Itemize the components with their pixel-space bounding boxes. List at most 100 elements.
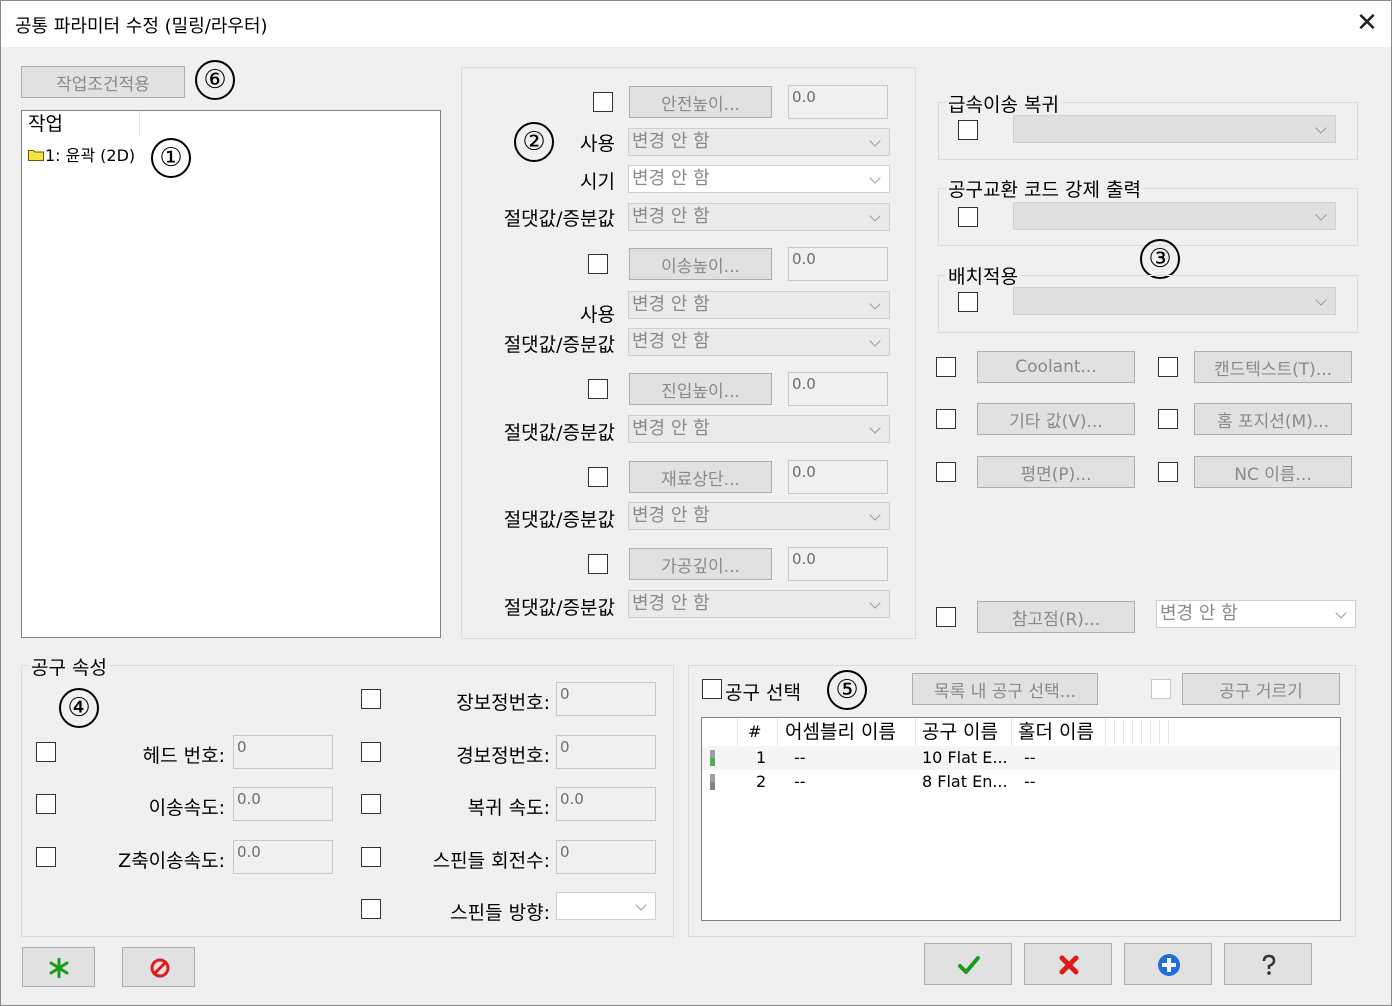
apply-conditions-button[interactable]: 작업조건적용	[21, 66, 185, 98]
safety-when-label: 시기	[580, 171, 615, 193]
tree-header[interactable]: 작업	[22, 111, 140, 137]
table-row[interactable]: 2 -- 8 Flat En... --	[702, 770, 1340, 794]
col-holder[interactable]: 홀더 이름	[1012, 718, 1106, 746]
marker-5: ⑤	[827, 670, 867, 710]
batch-apply-combo[interactable]	[1013, 287, 1336, 315]
select-from-list-button[interactable]: 목록 내 공구 선택...	[912, 673, 1098, 705]
depth-abs-combo[interactable]: 변경 안 함	[628, 590, 890, 618]
feed-abs-combo[interactable]: 변경 안 함	[628, 415, 890, 443]
tool-select-checkbox[interactable]	[702, 679, 722, 699]
depth-checkbox[interactable]	[588, 554, 608, 574]
col-spacers	[1106, 720, 1176, 744]
length-offset-checkbox[interactable]	[361, 689, 381, 709]
spindle-direction-combo[interactable]	[556, 892, 656, 920]
tool-properties-label: 공구 속성	[29, 653, 109, 680]
feed-plane-value[interactable]: 0.0	[788, 372, 888, 406]
retract-height-button[interactable]: 이송높이...	[629, 248, 772, 280]
ok-button[interactable]	[924, 943, 1012, 985]
marker-6: ⑥	[195, 60, 235, 100]
spindle-speed-checkbox[interactable]	[361, 847, 381, 867]
marker-2: ②	[514, 122, 554, 162]
chevron-down-icon	[863, 204, 889, 230]
help-button[interactable]	[1224, 943, 1312, 985]
col-tool-name[interactable]: 공구 이름	[916, 718, 1012, 746]
apply-button[interactable]	[1124, 943, 1212, 985]
nc-name-button[interactable]: NC 이름...	[1194, 456, 1352, 488]
top-stock-value[interactable]: 0.0	[788, 460, 888, 494]
close-icon[interactable]: ✕	[1353, 9, 1381, 37]
safety-use-combo[interactable]: 변경 안 함	[628, 128, 890, 156]
col-icon	[702, 718, 738, 746]
plunge-rate-checkbox[interactable]	[36, 847, 56, 867]
feed-plane-checkbox[interactable]	[588, 379, 608, 399]
safety-height-button[interactable]: 안전높이...	[629, 86, 772, 118]
length-offset-field[interactable]: 0	[556, 682, 656, 716]
force-tool-change-combo[interactable]	[1013, 202, 1336, 230]
reference-point-button[interactable]: 참고점(R)...	[977, 601, 1135, 633]
chevron-down-icon	[1309, 288, 1335, 314]
reference-point-checkbox[interactable]	[936, 607, 956, 627]
canned-text-button[interactable]: 캔드텍스트(T)...	[1194, 351, 1352, 383]
retract-height-value[interactable]: 0.0	[788, 247, 888, 281]
retract-abs-combo[interactable]: 변경 안 함	[628, 328, 890, 356]
misc-values-button[interactable]: 기타 값(V)...	[977, 403, 1135, 435]
cancel-button[interactable]	[1024, 943, 1112, 985]
diameter-offset-field[interactable]: 0	[556, 735, 656, 769]
retract-rate-checkbox[interactable]	[361, 794, 381, 814]
chevron-down-icon	[1309, 116, 1335, 142]
tool-table[interactable]: # 어셈블리 이름 공구 이름 홀더 이름 1 -- 10 Flat E... …	[701, 717, 1341, 921]
head-number-field[interactable]: 0	[233, 735, 333, 769]
table-row[interactable]: 1 -- 10 Flat E... --	[702, 746, 1340, 770]
diameter-offset-checkbox[interactable]	[361, 742, 381, 762]
home-position-checkbox[interactable]	[1158, 409, 1178, 429]
tool-filter-checkbox[interactable]	[1151, 679, 1171, 699]
head-number-checkbox[interactable]	[36, 742, 56, 762]
depth-button[interactable]: 가공깊이...	[629, 548, 772, 580]
plunge-rate-field[interactable]: 0.0	[233, 840, 333, 874]
retract-height-checkbox[interactable]	[588, 254, 608, 274]
chevron-down-icon	[863, 166, 889, 192]
misc-values-checkbox[interactable]	[936, 409, 956, 429]
asterisk-icon	[49, 958, 69, 978]
operation-tree[interactable]: 작업 1: 윤곽 (2D)	[21, 110, 441, 638]
force-tool-change-checkbox[interactable]	[958, 207, 978, 227]
plane-button[interactable]: 평면(P)...	[977, 456, 1135, 488]
safety-abs-combo[interactable]: 변경 안 함	[628, 203, 890, 231]
reference-point-combo[interactable]: 변경 안 함	[1156, 600, 1356, 628]
tool-filter-button[interactable]: 공구 거르기	[1182, 673, 1340, 705]
spindle-speed-field[interactable]: 0	[556, 840, 656, 874]
top-stock-checkbox[interactable]	[588, 467, 608, 487]
feed-plane-button[interactable]: 진입높이...	[629, 373, 772, 405]
home-position-button[interactable]: 홈 포지션(M)...	[1194, 403, 1352, 435]
coolant-checkbox[interactable]	[936, 357, 956, 377]
row-holder: --	[1024, 748, 1036, 767]
tree-item[interactable]: 1: 윤곽 (2D)	[28, 143, 135, 165]
safety-when-combo[interactable]: 변경 안 함	[628, 165, 890, 193]
x-icon	[1059, 955, 1079, 975]
rapid-return-checkbox[interactable]	[958, 120, 978, 140]
coolant-button[interactable]: Coolant...	[977, 351, 1135, 383]
select-all-button[interactable]	[22, 947, 95, 987]
retract-rate-field[interactable]: 0.0	[556, 787, 656, 821]
canned-text-checkbox[interactable]	[1158, 357, 1178, 377]
clear-all-button[interactable]	[122, 947, 195, 987]
col-number[interactable]: #	[738, 718, 778, 746]
rapid-return-combo[interactable]	[1013, 115, 1336, 143]
top-stock-button[interactable]: 재료상단...	[629, 461, 772, 493]
retract-use-combo[interactable]: 변경 안 함	[628, 291, 890, 319]
safety-height-value[interactable]: 0.0	[788, 85, 888, 119]
plane-checkbox[interactable]	[936, 462, 956, 482]
safety-height-checkbox[interactable]	[593, 92, 613, 112]
chevron-down-icon	[1329, 601, 1355, 627]
top-abs-combo[interactable]: 변경 안 함	[628, 502, 890, 530]
prohibit-icon	[150, 958, 170, 978]
spindle-direction-checkbox[interactable]	[361, 899, 381, 919]
feed-rate-checkbox[interactable]	[36, 794, 56, 814]
col-assembly[interactable]: 어셈블리 이름	[778, 718, 916, 746]
batch-apply-checkbox[interactable]	[958, 292, 978, 312]
feed-rate-field[interactable]: 0.0	[233, 787, 333, 821]
nc-name-checkbox[interactable]	[1158, 462, 1178, 482]
marker-4: ④	[59, 688, 99, 728]
depth-value[interactable]: 0.0	[788, 547, 888, 581]
chevron-down-icon	[863, 591, 889, 617]
